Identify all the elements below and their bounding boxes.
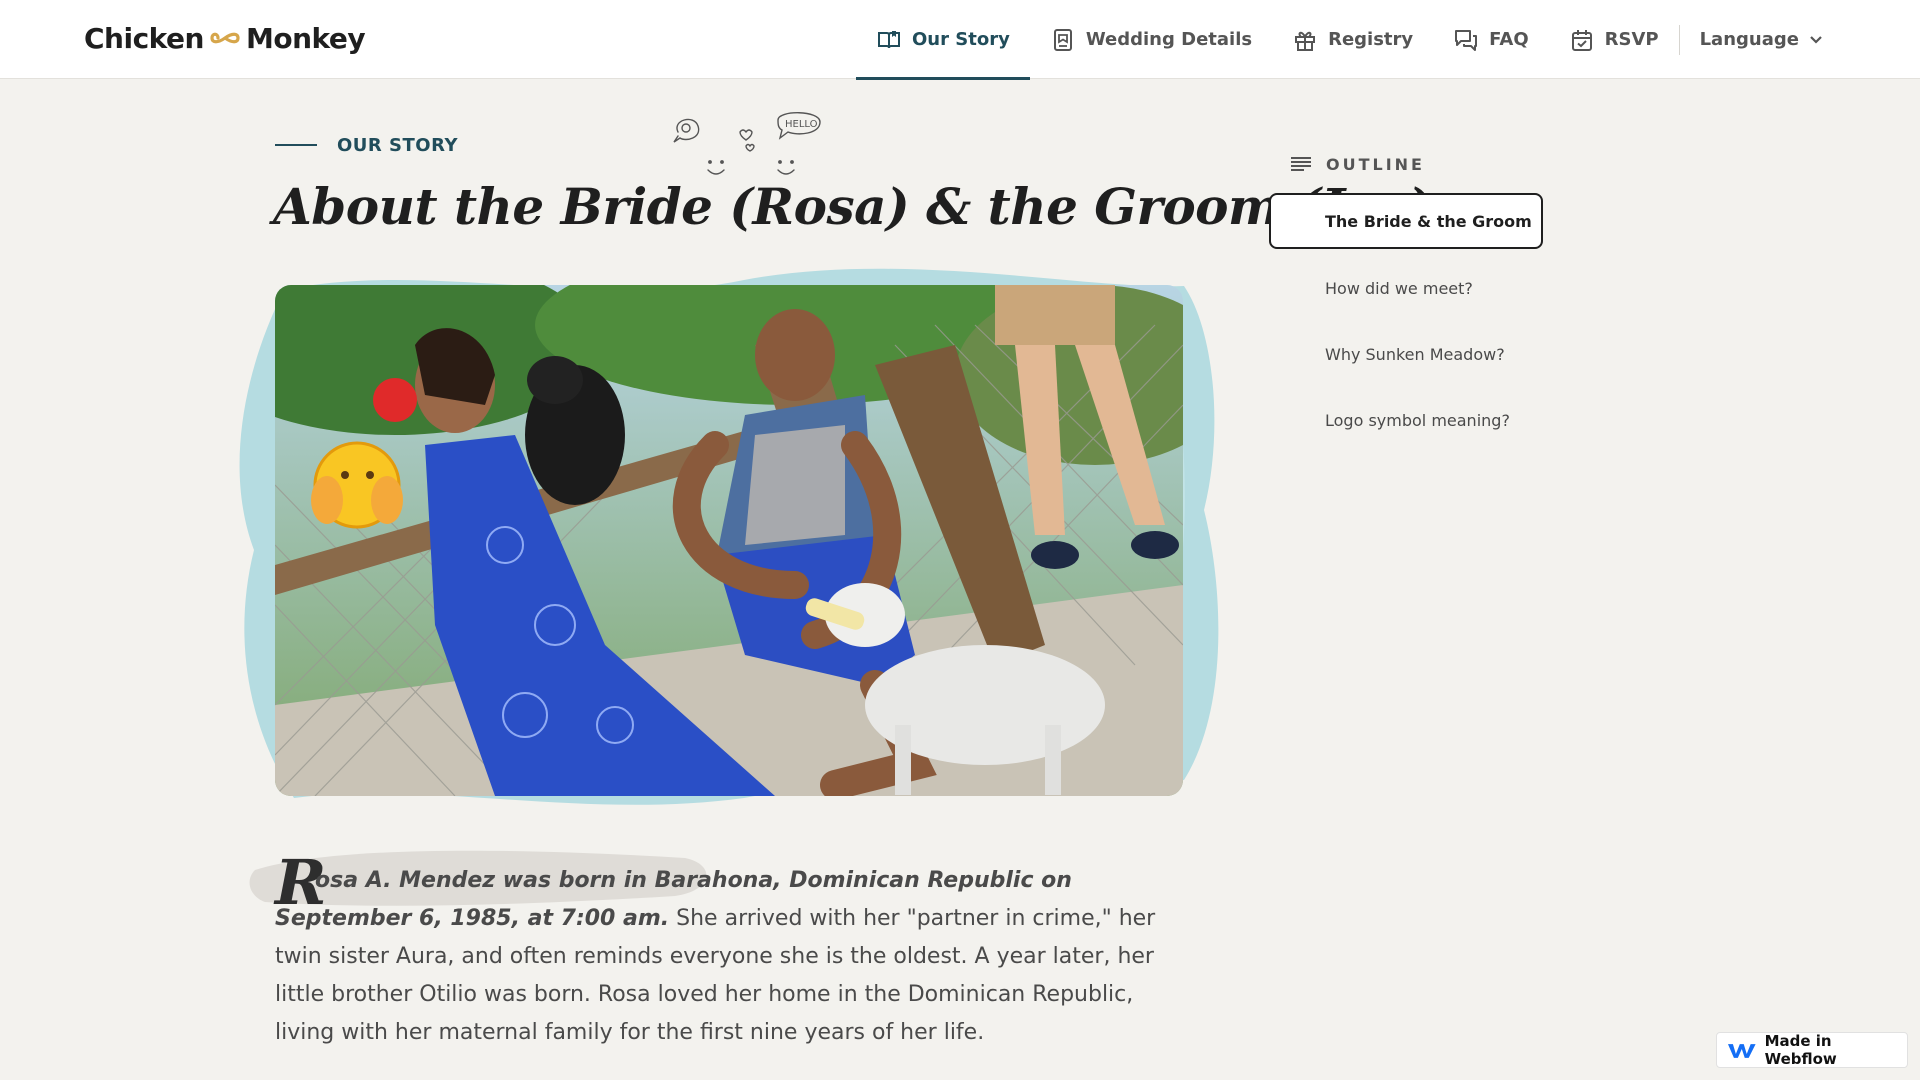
site-header: Chicken Monkey Our Story Wedding Details (0, 0, 1920, 80)
nav-faq[interactable]: FAQ (1433, 0, 1548, 79)
nav-label: Registry (1328, 29, 1414, 50)
nav-rsvp[interactable]: RSVP (1549, 0, 1679, 79)
nav-registry[interactable]: Registry (1272, 0, 1433, 79)
made-in-webflow-badge[interactable]: Made in Webflow (1716, 1032, 1908, 1068)
nav-label: Wedding Details (1085, 29, 1253, 50)
open-book-icon (878, 30, 900, 48)
site-logo[interactable]: Chicken Monkey (84, 20, 366, 56)
main-nav: Our Story Wedding Details Registry FAQ R… (856, 0, 1843, 80)
chat-bubbles-icon (1455, 29, 1478, 51)
nav-label: RSVP (1604, 29, 1659, 50)
nav-label: Our Story (912, 29, 1010, 50)
outline-label: OUTLINE (1326, 154, 1425, 174)
nav-wedding-details[interactable]: Wedding Details (1030, 0, 1272, 79)
language-label: Language (1699, 29, 1799, 50)
couple-photo-image (275, 285, 1183, 796)
logo-text-right: Monkey (245, 21, 366, 55)
language-dropdown[interactable]: Language (1680, 0, 1843, 79)
eyebrow-line (275, 144, 317, 146)
outline-item-active[interactable]: The Bride & the Groom (1269, 193, 1543, 249)
outline-item-why-sunken-meadow[interactable]: Why Sunken Meadow? (1325, 342, 1505, 366)
section-eyebrow: OUR STORY (275, 132, 458, 158)
doodle-hello-text: HELLO (785, 119, 818, 130)
outline-header: OUTLINE (1290, 152, 1425, 176)
webflow-logo-icon (1727, 1044, 1756, 1058)
outline-item-how-we-met[interactable]: How did we meet? (1325, 276, 1473, 300)
nav-our-story[interactable]: Our Story (856, 0, 1030, 80)
logo-text-left: Chicken (84, 21, 204, 55)
story-paragraph: osa A. Mendez was born in Barahona, Domi… (275, 862, 1185, 1052)
gift-icon (1295, 31, 1316, 51)
nav-label: FAQ (1489, 29, 1529, 50)
infinity-logo-icon (210, 32, 240, 44)
badge-label: Made in Webflow (1764, 1032, 1837, 1068)
list-lines-icon (1291, 157, 1311, 171)
outline-item-logo-symbol[interactable]: Logo symbol meaning? (1325, 408, 1510, 432)
eyebrow-text: OUR STORY (337, 134, 458, 156)
calendar-check-icon (1571, 29, 1592, 51)
page-title: About the Bride (Rosa) & the Groom (Joe) (273, 177, 1431, 236)
document-icon (1053, 28, 1072, 51)
chevron-down-icon (1810, 35, 1822, 44)
